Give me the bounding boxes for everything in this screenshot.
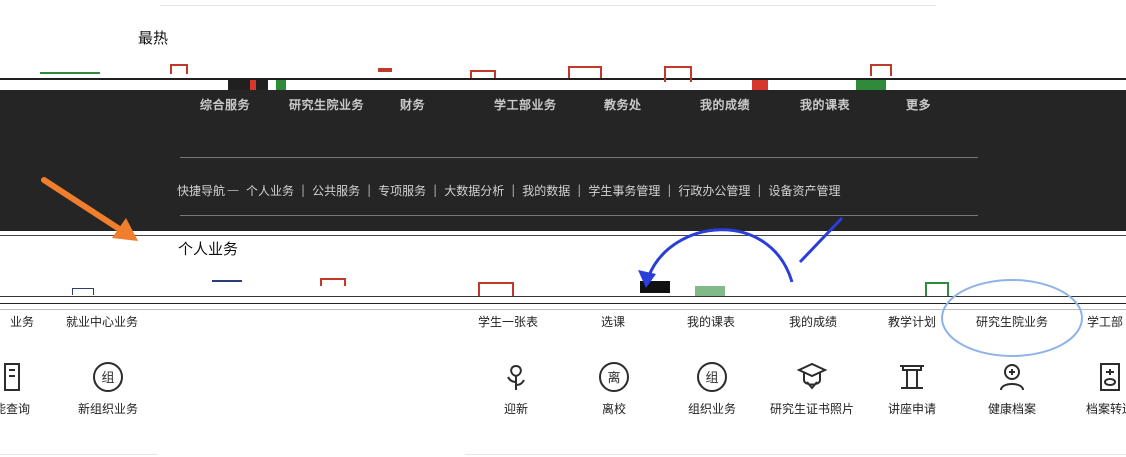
quick-nav: 快捷导航 — 个人业务 | 公共服务 | 专项服务 | 大数据分析 | 我的数据… <box>177 180 840 200</box>
business-item-graduate-school[interactable]: 研究生院业务 <box>976 313 1048 330</box>
glitch-strip-mid <box>0 303 1126 304</box>
business-item[interactable]: 业务 <box>10 313 34 330</box>
band-label[interactable]: 更多 <box>906 96 931 113</box>
band-divider-bottom <box>180 215 978 216</box>
band-label[interactable]: 学工部业务 <box>494 96 557 113</box>
nav-separator: | <box>367 183 372 197</box>
business-item-my-schedule[interactable]: 我的课表 <box>687 313 735 330</box>
nav-item-bigdata[interactable]: 大数据分析 <box>444 182 504 199</box>
glitch-block <box>170 64 188 74</box>
service-label-welcome[interactable]: 迎新 <box>504 400 528 417</box>
nav-separator: | <box>433 183 438 197</box>
glitch-block <box>470 70 496 78</box>
top-band-labels: 综合服务 研究生院业务 财务 学工部业务 教务处 我的成绩 我的课表 更多 <box>0 96 1126 122</box>
business-item-my-grades[interactable]: 我的成绩 <box>789 313 837 330</box>
service-label[interactable]: 能查询 <box>0 400 30 417</box>
glitch-block <box>640 281 670 293</box>
lecture-icon[interactable] <box>895 360 929 394</box>
glitch-block <box>664 66 692 82</box>
nav-item-assets[interactable]: 设备资产管理 <box>768 182 840 199</box>
svg-text:离: 离 <box>607 370 620 386</box>
business-item-student-affairs[interactable]: 学工部 <box>1087 313 1123 330</box>
service-label-leave[interactable]: 离校 <box>602 400 626 417</box>
band-label[interactable]: 我的课表 <box>800 96 850 113</box>
glitch-block <box>925 282 949 296</box>
top-divider <box>160 5 936 6</box>
nav-separator: | <box>757 183 762 197</box>
service-label-lecture[interactable]: 讲座申请 <box>888 400 936 417</box>
glitch-strip-top <box>0 78 1126 80</box>
service-label-health[interactable]: 健康档案 <box>988 400 1036 417</box>
band-divider-top <box>180 157 978 158</box>
service-label[interactable]: 新组织业务 <box>78 400 138 417</box>
glitch-block <box>320 278 346 286</box>
leave-school-icon[interactable]: 离 <box>597 360 631 394</box>
nav-item-mydata[interactable]: 我的数据 <box>522 182 570 199</box>
band-label[interactable]: 综合服务 <box>200 96 250 113</box>
graduate-cap-icon[interactable] <box>795 360 829 394</box>
search-doc-icon[interactable] <box>0 360 29 394</box>
service-label-photo[interactable]: 研究生证书照片 <box>770 400 854 417</box>
glitch-line <box>0 230 1126 231</box>
nav-item-quick[interactable]: 快捷导航 <box>177 182 225 199</box>
band-label[interactable]: 我的成绩 <box>700 96 750 113</box>
svg-text:组: 组 <box>101 371 114 386</box>
glitch-block <box>378 68 392 72</box>
glitch-block <box>568 66 602 78</box>
business-item[interactable]: 就业中心业务 <box>66 313 138 330</box>
archive-icon[interactable] <box>1093 360 1126 394</box>
nav-separator: | <box>667 183 672 197</box>
bottom-divider-left <box>0 454 158 455</box>
business-item-course-select[interactable]: 选课 <box>601 313 625 330</box>
nav-separator: | <box>511 183 516 197</box>
org-icon[interactable]: 组 <box>91 360 125 394</box>
glitch-strip-mid <box>0 296 1126 297</box>
nav-item-special[interactable]: 专项服务 <box>378 182 426 199</box>
service-label-org[interactable]: 组织业务 <box>688 400 736 417</box>
flower-icon[interactable] <box>499 360 533 394</box>
glitch-strip-mid <box>0 309 1126 310</box>
glitch-strip-top-2 <box>40 72 100 74</box>
glitch-block <box>72 288 94 295</box>
nav-separator: — <box>227 183 240 197</box>
glitch-block <box>695 286 725 296</box>
glitch-block <box>870 64 892 76</box>
personal-section-title: 个人业务 <box>178 240 239 258</box>
band-label[interactable]: 研究生院业务 <box>289 96 364 113</box>
business-item-student-table[interactable]: 学生一张表 <box>478 313 538 330</box>
glitch-line <box>0 235 1126 236</box>
nav-item-student-affairs[interactable]: 学生事务管理 <box>588 182 660 199</box>
bottom-divider-right <box>465 454 1126 455</box>
band-label[interactable]: 教务处 <box>604 96 642 113</box>
svg-text:组: 组 <box>705 371 718 386</box>
glitch-block <box>478 282 514 296</box>
nav-item-admin-office[interactable]: 行政办公管理 <box>678 182 750 199</box>
nav-item-personal[interactable]: 个人业务 <box>246 182 294 199</box>
glitch-block <box>228 80 268 90</box>
nav-item-public[interactable]: 公共服务 <box>312 182 360 199</box>
business-item-teaching-plan[interactable]: 教学计划 <box>888 313 936 330</box>
glitch-block <box>856 80 886 90</box>
band-label[interactable]: 财务 <box>400 96 425 113</box>
service-label-archive[interactable]: 档案转送 <box>1086 400 1126 417</box>
nav-separator: | <box>301 183 306 197</box>
glitch-block <box>212 280 242 282</box>
health-icon[interactable] <box>995 360 1029 394</box>
org-icon[interactable]: 组 <box>695 360 729 394</box>
nav-separator: | <box>577 183 582 197</box>
hot-section-title: 最热 <box>138 29 169 47</box>
